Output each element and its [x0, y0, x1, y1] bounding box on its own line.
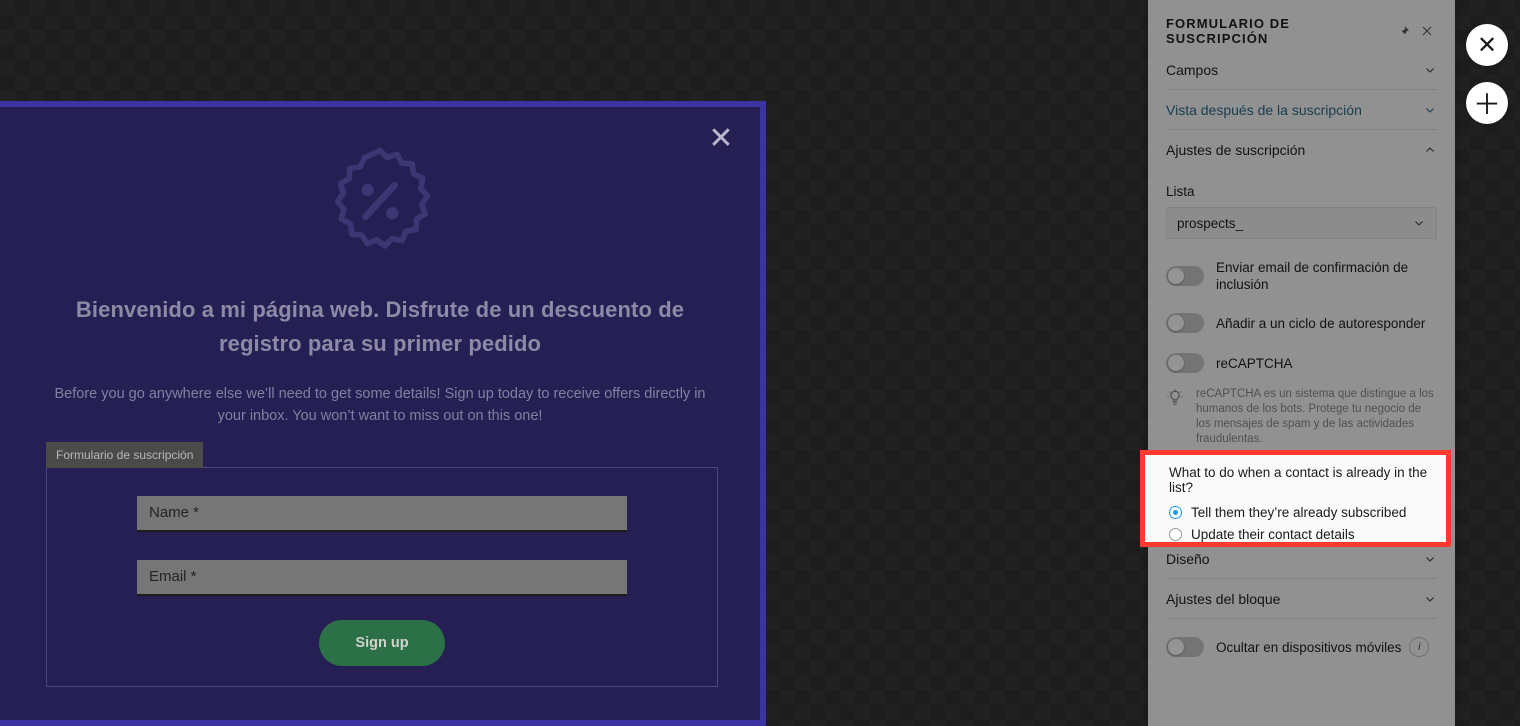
radio-button[interactable] [1169, 527, 1182, 541]
popup-preview: ✕ Bienvenido a mi página web. Disfrute d… [0, 101, 766, 726]
editor-canvas: ✕ Bienvenido a mi página web. Disfrute d… [0, 0, 1520, 726]
highlighted-option-group: What to do when a contact is already in … [1140, 450, 1451, 547]
chevron-up-icon [1423, 143, 1437, 157]
chevron-down-icon [1423, 592, 1437, 606]
duplicate-contact-question: What to do when a contact is already in … [1169, 465, 1428, 495]
email-input[interactable]: Email * [137, 560, 627, 596]
toggle-recaptcha[interactable]: reCAPTCHA [1166, 353, 1437, 373]
recaptcha-hint-text: reCAPTCHA es un sistema que distingue a … [1196, 388, 1434, 445]
page-title: FORMULARIO DE SUSCRIPCIÓN [1166, 16, 1291, 46]
section-ajustes-bloque[interactable]: Ajustes del bloque [1166, 579, 1437, 619]
toggle-switch[interactable] [1166, 266, 1204, 286]
close-icon[interactable] [1417, 21, 1437, 41]
section-campos-label: Campos [1166, 61, 1219, 78]
popup-subheading: Before you go anywhere else we’ll need t… [54, 386, 706, 424]
radio-update-contact-details[interactable]: Update their contact details [1169, 523, 1428, 545]
subscription-form-block[interactable]: Formulario de suscripción Name * Email *… [46, 442, 718, 687]
list-select-value: prospects_ [1177, 215, 1244, 231]
toggle-switch[interactable] [1166, 637, 1204, 657]
discount-percent-badge-icon [52, 107, 708, 257]
pin-icon[interactable] [1393, 21, 1413, 41]
toggle-confirmation-email[interactable]: Enviar email de confirmación de inclusió… [1166, 259, 1437, 293]
toggle-confirmation-email-label: Enviar email de confirmación de inclusió… [1216, 260, 1409, 292]
chevron-down-icon [1423, 103, 1437, 117]
sidebar-header: FORMULARIO DE SUSCRIPCIÓN [1166, 0, 1437, 50]
block-name-tag: Formulario de suscripción [46, 442, 204, 468]
section-ajustes-label: Ajustes de suscripción [1166, 142, 1306, 158]
chevron-down-icon [1423, 63, 1437, 77]
radio-update-contact-details-label: Update their contact details [1191, 526, 1355, 542]
recaptcha-hint: reCAPTCHA es un sistema que distingue a … [1166, 387, 1437, 447]
settings-sidebar: FORMULARIO DE SUSCRIPCIÓN Campos Vista d… [1140, 0, 1520, 726]
popup-close-icon[interactable]: ✕ [706, 124, 736, 155]
chevron-down-icon [1423, 552, 1437, 566]
info-icon[interactable]: i [1409, 637, 1430, 657]
radio-button[interactable] [1169, 505, 1182, 519]
name-input[interactable]: Name * [137, 496, 627, 532]
radio-tell-already-subscribed-label: Tell them they’re already subscribed [1191, 504, 1407, 520]
toggle-hide-mobile[interactable]: Ocultar en dispositivos móviles i [1166, 637, 1437, 657]
radio-tell-already-subscribed[interactable]: Tell them they’re already subscribed [1169, 501, 1428, 523]
lightbulb-icon [1166, 387, 1186, 447]
section-diseno-label: Diseño [1166, 550, 1210, 567]
close-editor-button[interactable]: ✕ [1466, 24, 1508, 66]
toggle-switch[interactable] [1166, 313, 1204, 333]
toggle-autoresponder-label: Añadir a un ciclo de autoresponder [1216, 315, 1426, 331]
signup-button[interactable]: Sign up [319, 620, 445, 666]
sidebar-content: FORMULARIO DE SUSCRIPCIÓN Campos Vista d… [1148, 0, 1455, 657]
section-campos[interactable]: Campos [1166, 50, 1437, 90]
section-vista-label: Vista después de la suscripción [1166, 101, 1362, 118]
popup-heading: Bienvenido a mi página web. Disfrute de … [75, 297, 685, 356]
add-block-button[interactable]: ＋ [1466, 82, 1508, 124]
list-select[interactable]: prospects_ [1166, 207, 1437, 239]
popup-body: ✕ Bienvenido a mi página web. Disfrute d… [0, 107, 760, 720]
toggle-switch[interactable] [1166, 353, 1204, 373]
section-vista-despues[interactable]: Vista después de la suscripción [1166, 90, 1437, 130]
sidebar-panel: FORMULARIO DE SUSCRIPCIÓN Campos Vista d… [1140, 0, 1455, 726]
toggle-recaptcha-label: reCAPTCHA [1216, 355, 1293, 371]
chevron-down-icon [1412, 216, 1426, 230]
section-ajustes-suscripcion[interactable]: Ajustes de suscripción [1166, 130, 1437, 170]
list-field-label: Lista [1166, 184, 1195, 199]
toggle-autoresponder[interactable]: Añadir a un ciclo de autoresponder [1166, 313, 1437, 333]
toggle-hide-mobile-label: Ocultar en dispositivos móviles [1216, 639, 1402, 655]
section-ajustes-bloque-label: Ajustes del bloque [1166, 590, 1281, 607]
